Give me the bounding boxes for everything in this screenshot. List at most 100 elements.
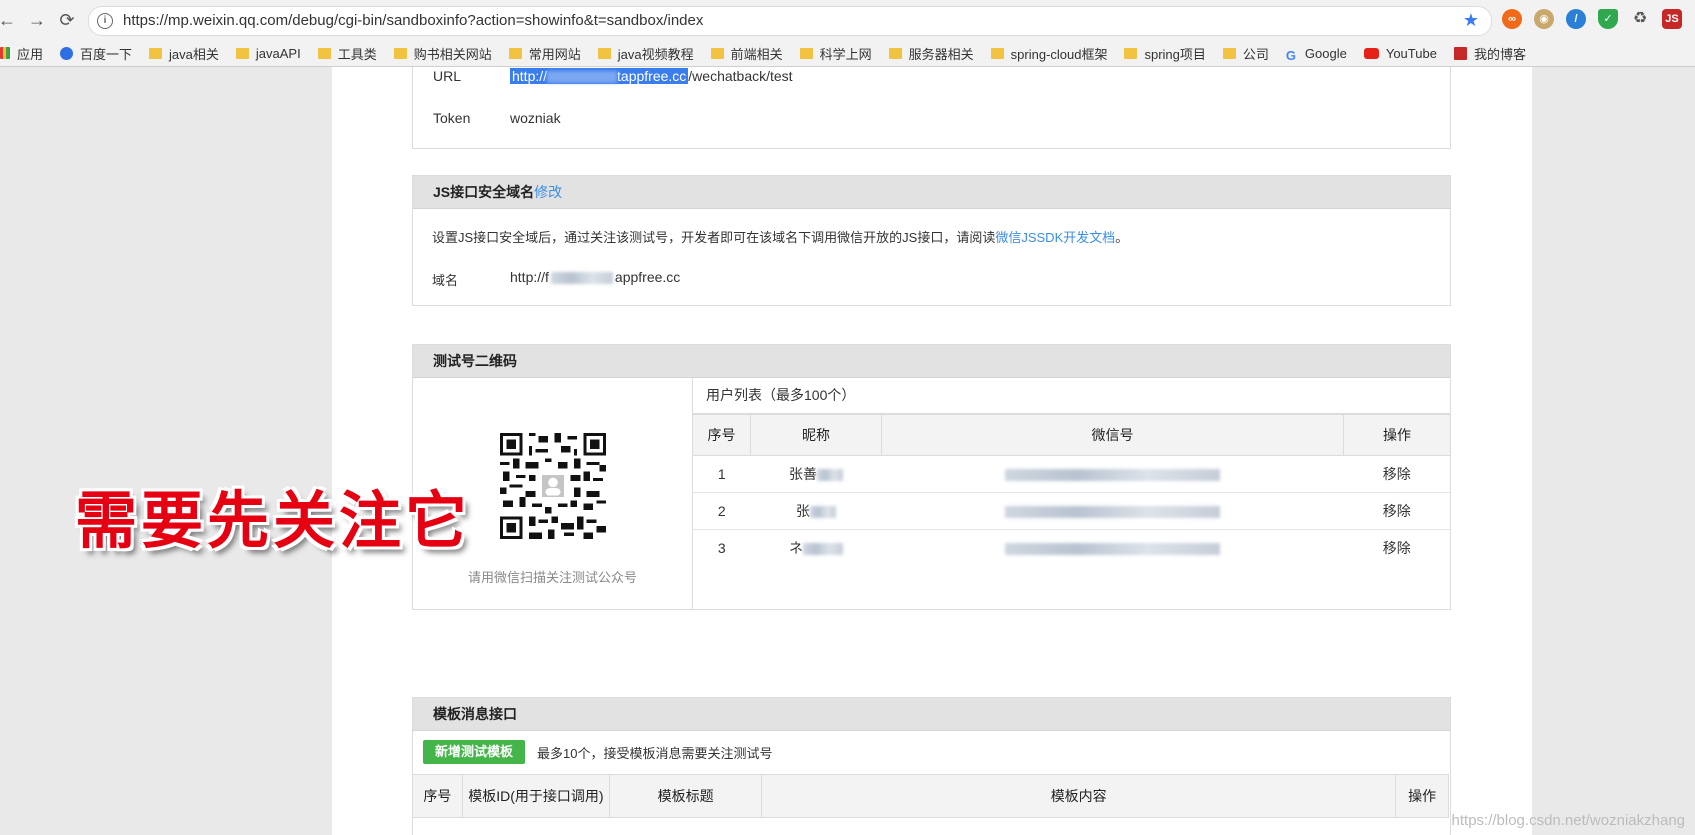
bookmark-youtube[interactable]: YouTube: [1363, 46, 1437, 61]
bookmark-blog[interactable]: 我的博客: [1453, 44, 1526, 63]
template-panel-header: 模板消息接口: [413, 698, 1450, 731]
bookmark-label: 购书相关网站: [413, 46, 492, 62]
column-header: 昵称: [750, 414, 882, 456]
url-label: URL: [433, 68, 462, 84]
url-text[interactable]: https://mp.weixin.qq.com/debug/cgi-bin/s…: [123, 12, 703, 29]
bookmark-folder[interactable]: javaAPI: [235, 45, 301, 61]
extension-infinity-icon[interactable]: ∞: [1502, 9, 1522, 29]
bookmark-label: java视频教程: [617, 46, 694, 62]
js-domain-description: 设置JS接口安全域后，通过关注该测试号，开发者即可在该域名下调用微信开放的JS接…: [432, 227, 1128, 246]
js-domain-header: JS接口安全域名修改: [413, 176, 1450, 209]
remove-link[interactable]: 移除: [1343, 492, 1450, 530]
extension-compass-icon[interactable]: /: [1566, 9, 1586, 29]
csdn-icon: [1453, 46, 1467, 60]
config-panel: URL http:// tappfree.cc/wechatback/test T…: [412, 67, 1451, 149]
extension-js-icon[interactable]: JS: [1662, 9, 1682, 29]
address-bar[interactable]: i https://mp.weixin.qq.com/debug/cgi-bin…: [88, 6, 1492, 36]
bookmark-folder[interactable]: 常用网站: [508, 44, 581, 63]
bookmark-baidu[interactable]: 百度一下: [60, 44, 132, 63]
user-table: 序号 昵称 微信号 操作 1 张善 移除 2 张 移除 3 ネ 移除: [693, 414, 1450, 566]
forward-icon[interactable]: →: [26, 9, 48, 31]
row-index: 3: [717, 540, 726, 556]
token-value: wozniak: [510, 110, 561, 126]
bookmark-folder[interactable]: java相关: [149, 44, 219, 63]
bookmark-label: 常用网站: [528, 46, 581, 62]
template-panel: 模板消息接口 新增测试模板 最多10个，接受模板消息需要关注测试号 序号 模板I…: [412, 697, 1451, 835]
bookmark-label: javaAPI: [255, 45, 301, 61]
add-test-template-button[interactable]: 新增测试模板: [423, 740, 526, 764]
folder-icon: [710, 47, 724, 59]
site-info-icon[interactable]: i: [97, 13, 113, 29]
bookmark-label: 公司: [1242, 46, 1269, 62]
extension-owl-icon[interactable]: ◉: [1534, 9, 1554, 29]
bookmark-star-icon[interactable]: ★: [1463, 10, 1479, 31]
bookmark-label: spring项目: [1144, 46, 1206, 62]
bookmark-google[interactable]: G Google: [1286, 46, 1347, 63]
row-wechat-id: [881, 492, 1344, 530]
column-header: 操作: [1343, 414, 1450, 456]
bookmark-folder[interactable]: 工具类: [317, 44, 377, 63]
bookmark-label: 应用: [17, 46, 44, 62]
folder-icon: [149, 47, 163, 59]
column-header: 序号: [412, 774, 463, 818]
row-wechat-id: [881, 455, 1344, 493]
folder-icon: [799, 47, 813, 59]
bookmark-label: 百度一下: [80, 46, 133, 62]
bookmark-folder[interactable]: java视频教程: [597, 44, 694, 63]
column-header: 操作: [1395, 774, 1449, 818]
column-header: 模板ID(用于接口调用): [461, 774, 611, 818]
folder-icon: [393, 47, 407, 59]
reload-icon[interactable]: ⟳: [56, 9, 78, 31]
jssdk-doc-link[interactable]: 微信JSSDK开发文档: [995, 230, 1115, 245]
nickname-text: 张: [796, 503, 810, 519]
column-header: 模板内容: [761, 774, 1397, 818]
qr-panel: 测试号二维码 请用微信扫描关注测试公众号 用户列表（最多100个） 序号 昵称 …: [412, 344, 1451, 610]
edit-domain-link[interactable]: 修改: [534, 184, 562, 200]
page-content: URL http:// tappfree.cc/wechatback/test T…: [332, 67, 1532, 835]
nickname-text: 张善: [789, 466, 817, 482]
table-row: 2 张 移除: [693, 492, 1450, 530]
panel-title: JS接口安全域名: [433, 184, 535, 200]
column-header: 序号: [693, 414, 751, 456]
bookmark-folder[interactable]: spring项目: [1124, 44, 1206, 63]
bookmark-folder[interactable]: 前端相关: [710, 44, 783, 63]
back-icon[interactable]: ←: [0, 9, 18, 31]
extension-shield-icon[interactable]: ✓: [1598, 9, 1618, 29]
bookmark-folder[interactable]: 公司: [1222, 44, 1269, 63]
folder-icon: [990, 47, 1004, 59]
extension-icons: ∞ ◉ / ✓ ♻ JS: [1502, 9, 1682, 31]
bookmark-folder[interactable]: 科学上网: [799, 44, 872, 63]
bookmark-label: 服务器相关: [908, 46, 974, 62]
table-row: 1 张善 移除: [693, 455, 1450, 493]
youtube-icon: [1363, 47, 1379, 59]
folder-icon: [317, 47, 331, 59]
url-value[interactable]: http:// tappfree.cc/wechatback/test: [510, 68, 793, 84]
bookmark-folder[interactable]: 购书相关网站: [393, 44, 492, 63]
nickname-text: ネ: [789, 540, 803, 556]
domain-suffix: appfree.cc: [614, 269, 681, 285]
watermark: https://blog.csdn.net/wozniakzhang: [1451, 812, 1685, 829]
annotation-overlay: 需要先关注它: [75, 484, 472, 557]
bookmark-label: 我的博客: [1473, 46, 1526, 62]
bookmark-label: 前端相关: [730, 46, 783, 62]
remove-link[interactable]: 移除: [1343, 455, 1450, 493]
column-header: 模板标题: [609, 774, 763, 818]
folder-icon: [508, 47, 522, 59]
row-wechat-id: [882, 530, 1344, 567]
bookmark-label: 科学上网: [819, 46, 872, 62]
bookmark-apps[interactable]: 应用: [0, 44, 43, 63]
bookmark-label: spring-cloud框架: [1010, 46, 1108, 62]
url-value-path: /wechatback/test: [688, 68, 793, 84]
remove-link[interactable]: 移除: [1344, 530, 1451, 567]
row-index: 1: [693, 455, 751, 493]
row-nickname: ネ: [751, 530, 882, 567]
bookmark-folder[interactable]: 服务器相关: [888, 44, 974, 63]
bookmark-folder[interactable]: spring-cloud框架: [990, 44, 1108, 63]
bookmark-label: java相关: [169, 46, 219, 62]
description-period: 。: [1115, 230, 1129, 245]
user-list-title: 用户列表（最多100个）: [693, 378, 1450, 414]
folder-icon: [1222, 47, 1236, 59]
extension-recycle-icon[interactable]: ♻: [1630, 9, 1650, 29]
url-value-domain: tappfree.cc: [617, 68, 687, 84]
column-header: 微信号: [881, 414, 1344, 456]
